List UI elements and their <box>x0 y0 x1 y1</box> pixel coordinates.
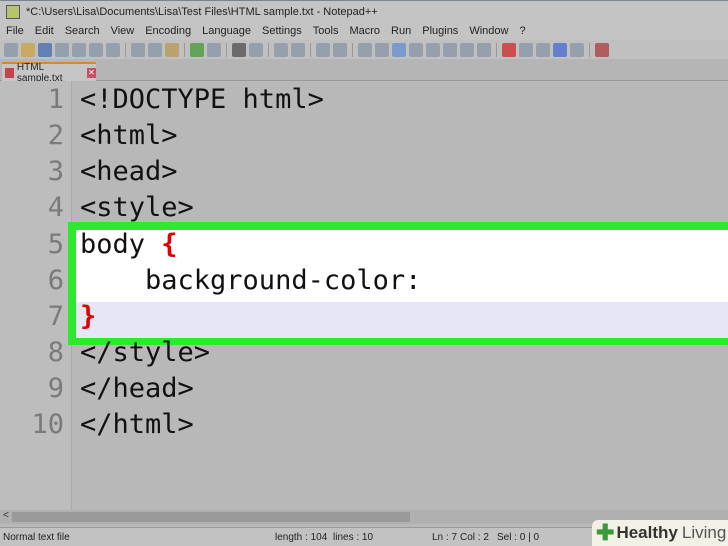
zoom-out-icon[interactable] <box>291 42 305 57</box>
line-number: 7 <box>47 301 64 332</box>
function-list-icon[interactable] <box>443 42 457 57</box>
line-number: 4 <box>47 192 64 223</box>
toolbar-separator <box>268 42 269 57</box>
word-wrap-icon[interactable] <box>358 42 372 57</box>
menu-encoding[interactable]: Encoding <box>145 25 191 37</box>
tab-bar: HTML sample.txt ✕ <box>0 59 728 84</box>
code-line[interactable]: <style> <box>80 190 194 226</box>
tab-html-sample[interactable]: HTML sample.txt ✕ <box>2 62 96 84</box>
selection: Sel : 0 | 0 <box>497 532 540 543</box>
toolbar-separator <box>589 42 590 57</box>
print-icon[interactable] <box>106 42 120 57</box>
folder-workspace-icon[interactable] <box>460 42 474 57</box>
toolbar-separator <box>310 42 311 57</box>
menu-view[interactable]: View <box>111 25 135 37</box>
window-title: *C:\Users\Lisa\Documents\Lisa\Test Files… <box>26 5 378 18</box>
undo-icon[interactable] <box>190 42 204 57</box>
find-icon[interactable] <box>232 42 246 57</box>
menu-edit[interactable]: Edit <box>35 25 54 37</box>
menu-bar: File Edit Search View Encoding Language … <box>0 22 728 40</box>
cut-icon[interactable] <box>131 42 145 57</box>
menu-run[interactable]: Run <box>391 25 411 37</box>
scrollbar-thumb[interactable] <box>12 512 410 522</box>
line-number: 5 <box>47 229 64 260</box>
toolbar <box>0 40 728 59</box>
stop-macro-icon[interactable] <box>519 42 533 57</box>
close-all-icon[interactable] <box>89 42 103 57</box>
run-macro-multiple-icon[interactable] <box>553 42 567 57</box>
code-line[interactable]: background-color: <box>80 263 421 299</box>
code-line[interactable]: </style> <box>80 335 210 371</box>
save-macro-icon[interactable] <box>570 42 584 57</box>
code-line[interactable]: body { <box>80 227 178 263</box>
watermark-brand2: Living <box>681 523 727 542</box>
plus-logo-icon: ✚ <box>596 520 615 545</box>
save-all-icon[interactable] <box>55 42 69 57</box>
code-line[interactable]: <!DOCTYPE html> <box>80 82 324 118</box>
menu-language[interactable]: Language <box>202 25 251 37</box>
doc-length: length : 104 <box>275 532 328 543</box>
code-line[interactable]: </html> <box>80 407 194 443</box>
show-all-chars-icon[interactable] <box>375 42 389 57</box>
line-number: 1 <box>47 84 64 115</box>
line-number: 9 <box>47 373 64 404</box>
menu-macro[interactable]: Macro <box>349 25 380 37</box>
open-brace: { <box>161 229 178 260</box>
toolbar-separator <box>496 42 497 57</box>
line-number: 8 <box>47 337 64 368</box>
current-line-highlight <box>76 302 728 338</box>
save-icon[interactable] <box>38 42 52 57</box>
code-line[interactable]: </head> <box>80 371 194 407</box>
menu-search[interactable]: Search <box>65 25 100 37</box>
sync-horizontal-icon[interactable] <box>333 42 347 57</box>
close-icon[interactable] <box>72 42 86 57</box>
menu-plugins[interactable]: Plugins <box>422 25 458 37</box>
doc-map-icon[interactable] <box>426 42 440 57</box>
paste-icon[interactable] <box>165 42 179 57</box>
open-file-icon[interactable] <box>21 42 35 57</box>
title-bar: *C:\Users\Lisa\Documents\Lisa\Test Files… <box>0 0 728 22</box>
cursor-col: Col : 2 <box>460 532 489 543</box>
toolbar-separator <box>352 42 353 57</box>
line-number: 10 <box>31 409 64 440</box>
menu-window[interactable]: Window <box>469 25 508 37</box>
redo-icon[interactable] <box>207 42 221 57</box>
toolbar-separator <box>184 42 185 57</box>
new-file-icon[interactable] <box>4 42 18 57</box>
toolbar-separator <box>125 42 126 57</box>
menu-settings[interactable]: Settings <box>262 25 302 37</box>
copy-icon[interactable] <box>148 42 162 57</box>
spell-check-icon[interactable] <box>595 42 609 57</box>
line-number: 3 <box>47 156 64 187</box>
tab-close-icon[interactable]: ✕ <box>87 67 96 78</box>
healthy-living-watermark: ✚ Healthy Living <box>592 520 728 546</box>
replace-icon[interactable] <box>249 42 263 57</box>
indent-guide-icon[interactable] <box>392 42 406 57</box>
line-count: lines : 10 <box>333 532 374 543</box>
notepad-app-icon <box>6 4 20 19</box>
code-line[interactable]: <html> <box>80 118 178 154</box>
toolbar-separator <box>226 42 227 57</box>
code-line[interactable]: <head> <box>80 154 178 190</box>
watermark-brand: Healthy <box>616 523 678 542</box>
line-number: 2 <box>47 120 64 151</box>
menu-tools[interactable]: Tools <box>313 25 339 37</box>
scroll-left-arrow[interactable]: < <box>3 510 9 521</box>
close-brace: } <box>80 301 97 332</box>
udl-icon[interactable] <box>409 42 423 57</box>
play-macro-icon[interactable] <box>536 42 550 57</box>
code-text: body <box>80 229 162 260</box>
zoom-in-icon[interactable] <box>274 42 288 57</box>
sync-vertical-icon[interactable] <box>316 42 330 57</box>
menu-file[interactable]: File <box>6 25 24 37</box>
record-macro-icon[interactable] <box>502 42 516 57</box>
file-type: Normal text file <box>3 532 70 543</box>
cursor-line: Ln : 7 <box>432 532 458 543</box>
file-modified-icon <box>5 67 14 78</box>
monitoring-eye-icon[interactable] <box>477 42 491 57</box>
code-line[interactable]: } <box>80 299 96 335</box>
menu-help[interactable]: ? <box>519 25 525 37</box>
line-number: 6 <box>47 265 64 296</box>
